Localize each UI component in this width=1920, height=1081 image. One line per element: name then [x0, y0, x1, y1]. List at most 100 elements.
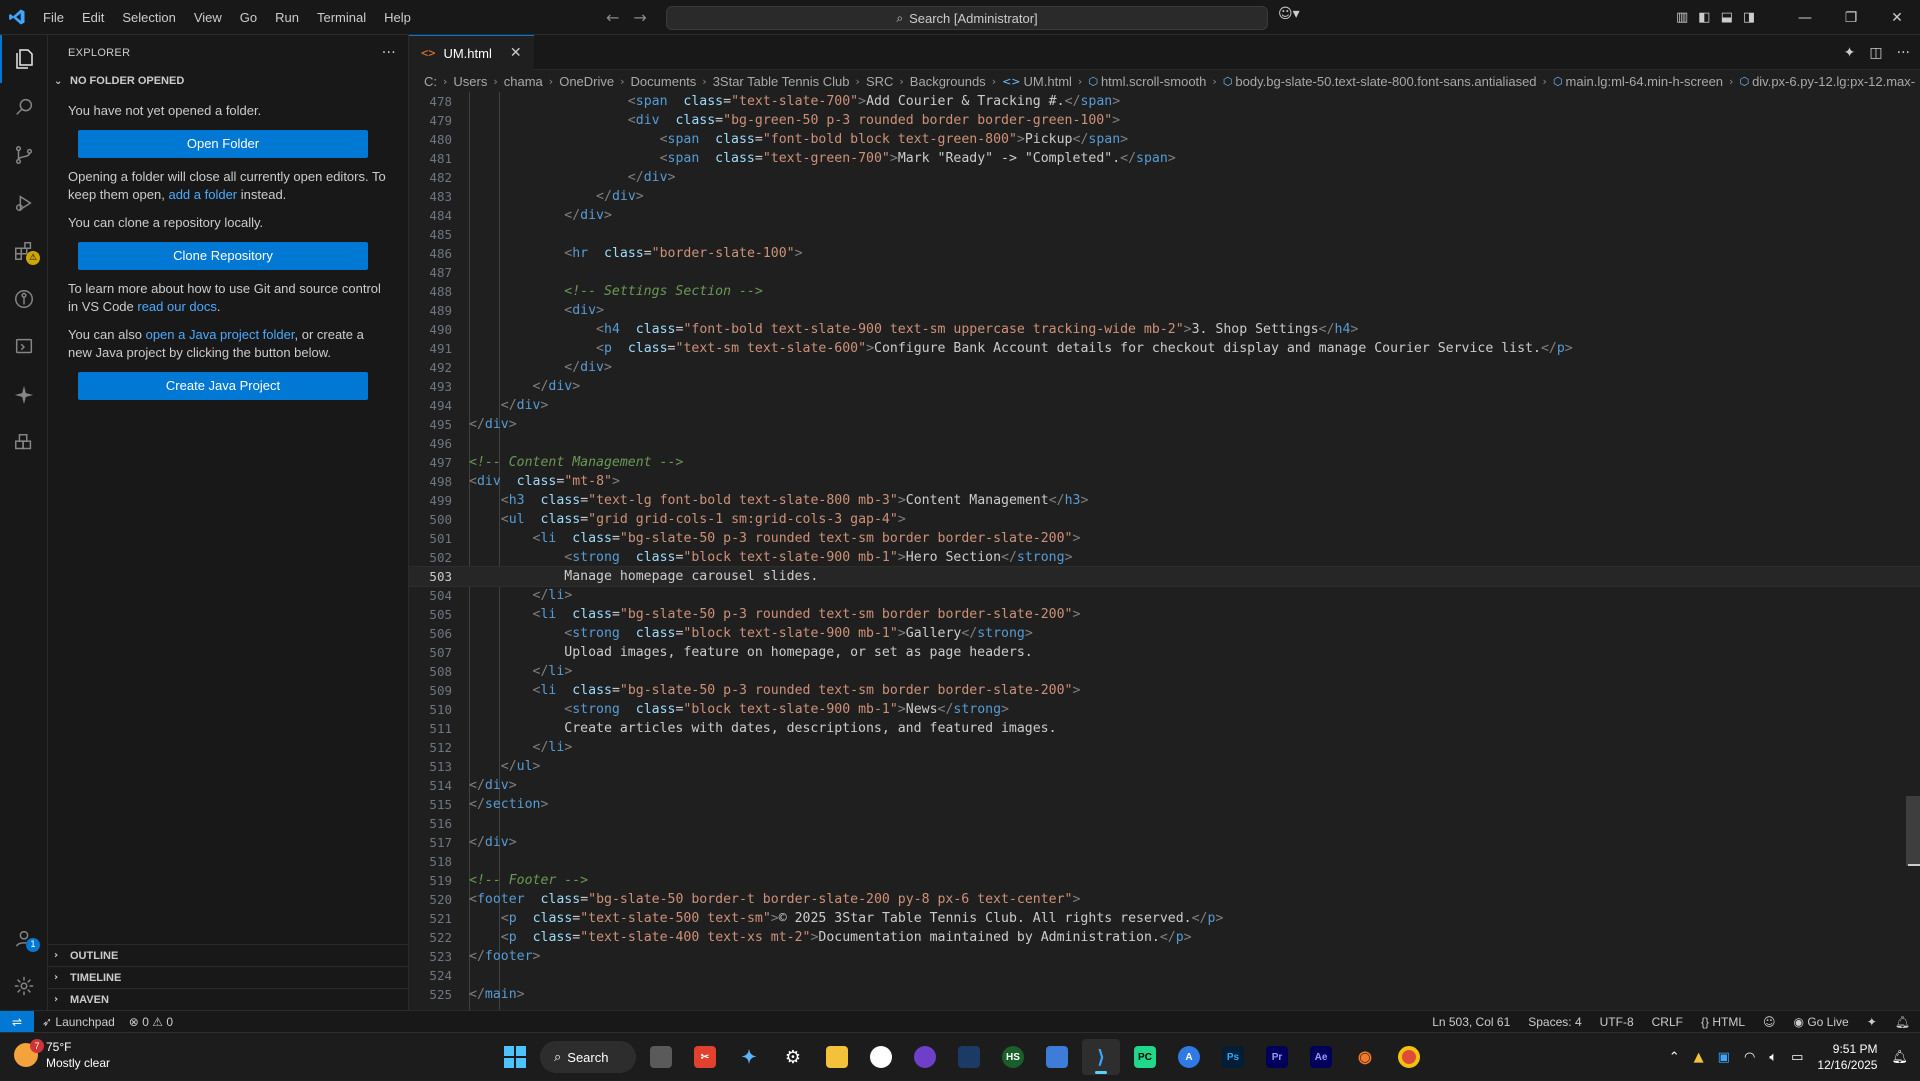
start-button[interactable] — [496, 1039, 534, 1075]
copilot-chat-icon[interactable] — [0, 371, 48, 419]
run-debug-icon[interactable] — [0, 179, 48, 227]
code-text[interactable]: <h4 class="font-bold text-slate-900 text… — [469, 320, 1358, 339]
code-line[interactable]: 508 </li> — [409, 662, 1920, 681]
code-text[interactable]: <li class="bg-slate-50 p-3 rounded text-… — [469, 681, 1081, 700]
code-line[interactable]: 507 Upload images, feature on homepage, … — [409, 643, 1920, 662]
breadcrumb-item[interactable]: body.bg-slate-50.text-slate-800.font-san… — [1235, 74, 1536, 89]
code-line[interactable]: 523 </footer> — [409, 947, 1920, 966]
code-line[interactable]: 518 — [409, 852, 1920, 871]
code-line[interactable]: 479 <div class="bg-green-50 p-3 rounded … — [409, 111, 1920, 130]
chatgpt-icon[interactable]: ⚙ — [774, 1039, 812, 1075]
code-text[interactable]: </footer> — [469, 947, 540, 966]
breadcrumb-item[interactable]: chama — [504, 74, 543, 89]
breadcrumb-item[interactable]: main.lg:ml-64.min-h-screen — [1566, 74, 1724, 89]
editor-more-actions-icon[interactable]: ··· — [1897, 45, 1910, 61]
code-line[interactable]: 481 <span class="text-green-700">Mark "R… — [409, 149, 1920, 168]
close-tab-icon[interactable]: ✕ — [510, 45, 522, 61]
code-text[interactable]: </div> — [469, 776, 517, 795]
code-text[interactable]: <strong class="block text-slate-900 mb-1… — [469, 624, 1033, 643]
code-line[interactable]: 487 — [409, 263, 1920, 282]
editor-scrollbar[interactable] — [1906, 796, 1920, 866]
code-line[interactable]: 495 </div> — [409, 415, 1920, 434]
app-store-icon[interactable]: A — [1170, 1039, 1208, 1075]
code-line[interactable]: 502 <strong class="block text-slate-900 … — [409, 548, 1920, 567]
restore-icon[interactable]: ❐ — [1828, 0, 1874, 35]
menu-terminal[interactable]: Terminal — [308, 0, 375, 35]
code-line[interactable]: 490 <h4 class="font-bold text-slate-900 … — [409, 320, 1920, 339]
code-text[interactable]: </section> — [469, 795, 548, 814]
taskbar-search[interactable]: ⌕ Search — [540, 1041, 636, 1073]
notification-center-icon[interactable]: 🔔︎ — [1891, 1050, 1908, 1065]
more-actions-icon[interactable]: ··· — [382, 45, 396, 61]
copilot-menu-icon[interactable]: ☺▾ — [1278, 6, 1300, 22]
code-line[interactable]: 499 <h3 class="text-lg font-bold text-sl… — [409, 491, 1920, 510]
minimize-icon[interactable]: — — [1782, 0, 1828, 35]
search-icon[interactable] — [0, 83, 48, 131]
code-line[interactable]: 483 </div> — [409, 187, 1920, 206]
code-line[interactable]: 521 <p class="text-slate-500 text-sm">© … — [409, 909, 1920, 928]
premiere-icon[interactable]: Pr — [1258, 1039, 1296, 1075]
code-line[interactable]: 506 <strong class="block text-slate-900 … — [409, 624, 1920, 643]
photoshop-icon[interactable]: Ps — [1214, 1039, 1252, 1075]
code-line[interactable]: 504 </li> — [409, 586, 1920, 605]
code-line[interactable]: 509 <li class="bg-slate-50 p-3 rounded t… — [409, 681, 1920, 700]
menu-view[interactable]: View — [185, 0, 231, 35]
code-text[interactable]: </div> — [469, 168, 676, 187]
code-text[interactable]: </li> — [469, 738, 573, 757]
code-text[interactable]: </li> — [469, 586, 573, 605]
cube-app-icon[interactable] — [1038, 1039, 1076, 1075]
code-line[interactable]: 517 </div> — [409, 833, 1920, 852]
containers-icon[interactable] — [0, 419, 48, 467]
code-text[interactable]: </ul> — [469, 757, 541, 776]
code-line[interactable]: 511 Create articles with dates, descript… — [409, 719, 1920, 738]
code-line[interactable]: 519 <!-- Footer --> — [409, 871, 1920, 890]
code-line[interactable]: 510 <strong class="block text-slate-900 … — [409, 700, 1920, 719]
breadcrumb-item[interactable]: html.scroll-smooth — [1101, 74, 1206, 89]
code-line[interactable]: 505 <li class="bg-slate-50 p-3 rounded t… — [409, 605, 1920, 624]
language-mode[interactable]: {} HTML — [1701, 1015, 1745, 1029]
code-text[interactable]: </div> — [469, 187, 644, 206]
create-java-project-button[interactable]: Create Java Project — [78, 372, 368, 400]
close-window-icon[interactable]: ✕ — [1874, 0, 1920, 35]
code-text[interactable]: <hr class="border-slate-100"> — [469, 244, 802, 263]
code-text[interactable]: <ul class="grid grid-cols-1 sm:grid-cols… — [469, 510, 906, 529]
timeline-section-header[interactable]: › TIMELINE — [48, 966, 408, 988]
code-text[interactable]: </div> — [469, 358, 612, 377]
code-line[interactable]: 494 </div> — [409, 396, 1920, 415]
menu-edit[interactable]: Edit — [73, 0, 113, 35]
code-line[interactable]: 515 </section> — [409, 795, 1920, 814]
code-line[interactable]: 522 <p class="text-slate-400 text-xs mt-… — [409, 928, 1920, 947]
code-text[interactable]: </div> — [469, 377, 581, 396]
code-line[interactable]: 485 — [409, 225, 1920, 244]
explorer-icon[interactable] — [0, 35, 48, 83]
code-text[interactable]: <span class="text-green-700">Mark "Ready… — [469, 149, 1176, 168]
code-text[interactable]: Manage homepage carousel slides. — [469, 567, 818, 586]
code-text[interactable]: </div> — [469, 833, 517, 852]
extensions-icon[interactable]: ⚠ — [0, 227, 48, 275]
code-line[interactable]: 488 <!-- Settings Section --> — [409, 282, 1920, 301]
back-arrow-icon[interactable]: ← — [606, 8, 619, 27]
code-line[interactable]: 496 — [409, 434, 1920, 453]
code-line[interactable]: 480 <span class="font-bold block text-gr… — [409, 130, 1920, 149]
code-line[interactable]: 500 <ul class="grid grid-cols-1 sm:grid-… — [409, 510, 1920, 529]
volume-icon[interactable]: 🔈︎ — [1769, 1050, 1777, 1065]
read-docs-link[interactable]: read our docs — [137, 299, 217, 314]
tray-overflow-icon[interactable]: ⌃ — [1669, 1050, 1680, 1065]
code-text[interactable]: <!-- Content Management --> — [469, 453, 683, 472]
code-text[interactable]: <div> — [469, 301, 604, 320]
outline-section-header[interactable]: › OUTLINE — [48, 944, 408, 966]
launchpad-item[interactable]: ➶ Launchpad — [42, 1015, 115, 1029]
code-text[interactable]: <p class="text-sm text-slate-600">Config… — [469, 339, 1573, 358]
code-line[interactable]: 493 </div> — [409, 377, 1920, 396]
code-text[interactable]: <div class="bg-green-50 p-3 rounded bord… — [469, 111, 1120, 130]
menu-help[interactable]: Help — [375, 0, 420, 35]
breadcrumb-item[interactable]: Users — [453, 74, 487, 89]
code-line[interactable]: 516 — [409, 814, 1920, 833]
copilot-status-icon[interactable]: ☺ — [1763, 1015, 1776, 1029]
weather-widget[interactable]: 7 75°F Mostly clear — [14, 1039, 110, 1071]
breadcrumb-item[interactable]: Documents — [631, 74, 697, 89]
remote-explorer-icon[interactable] — [0, 323, 48, 371]
code-line[interactable]: 524 — [409, 966, 1920, 985]
code-editor[interactable]: 478 <span class="text-slate-700">Add Cou… — [409, 92, 1920, 1010]
problems-item[interactable]: ⊗ 0 ⚠ 0 — [129, 1015, 173, 1029]
